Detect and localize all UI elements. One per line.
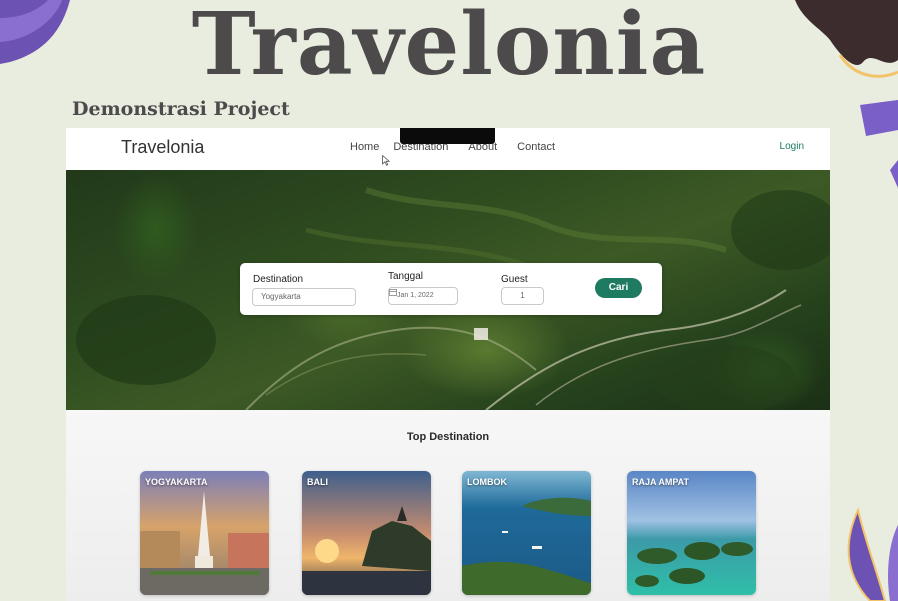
card-label: RAJA AMPAT — [632, 477, 689, 487]
date-value: Jan 1, 2022 — [397, 292, 434, 299]
card-label: YOGYAKARTA — [145, 477, 208, 487]
bali-image — [302, 471, 431, 595]
calendar-icon — [389, 289, 397, 296]
destination-card-bali[interactable]: BALI — [302, 471, 431, 595]
search-button[interactable]: Cari — [595, 278, 642, 298]
website-preview: Travelonia Home Destination About Contac… — [66, 128, 830, 601]
hero-banner: Destination Yogyakarta Tanggal Jan 1, 20… — [66, 170, 830, 410]
destination-card-lombok[interactable]: LOMBOK — [462, 471, 591, 595]
decorative-ribbon-right — [860, 100, 898, 188]
raja-ampat-image — [627, 471, 756, 595]
slide-title: Travelonia — [191, 0, 707, 95]
card-label: LOMBOK — [467, 477, 507, 487]
lombok-image — [462, 471, 591, 595]
guest-input[interactable]: 1 — [501, 287, 544, 305]
site-navbar: Travelonia Home Destination About Contac… — [66, 128, 830, 170]
top-destination-section: Top Destination YOGYAKARTA BALI LOMBOK R… — [66, 410, 830, 601]
destination-card-raja-ampat[interactable]: RAJA AMPAT — [627, 471, 756, 595]
nav-link-contact[interactable]: Contact — [517, 141, 555, 153]
destination-label: Destination — [253, 274, 304, 285]
date-label: Tanggal — [388, 271, 424, 282]
section-title: Top Destination — [406, 431, 490, 443]
redaction-bar — [400, 128, 495, 144]
login-link[interactable]: Login — [780, 141, 804, 152]
destination-input[interactable]: Yogyakarta — [252, 288, 356, 306]
destination-card-yogyakarta[interactable]: YOGYAKARTA — [140, 471, 269, 595]
search-form: Destination Yogyakarta Tanggal Jan 1, 20… — [240, 263, 662, 315]
nav-link-home[interactable]: Home — [350, 141, 379, 153]
slide-subtitle: Demonstrasi Project — [72, 98, 290, 120]
card-label: BALI — [307, 477, 328, 487]
guest-label: Guest — [501, 274, 528, 285]
date-input[interactable]: Jan 1, 2022 — [388, 287, 458, 305]
site-brand[interactable]: Travelonia — [121, 137, 204, 158]
mouse-cursor-icon — [382, 155, 390, 166]
yogyakarta-image — [140, 471, 269, 595]
decorative-leaf-bottom-right — [847, 506, 898, 601]
